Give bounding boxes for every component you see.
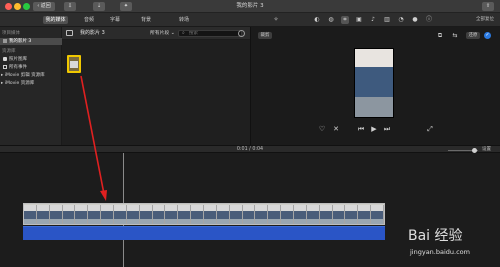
video-preview: [354, 48, 394, 118]
clip-frame: [152, 205, 166, 224]
tab-my-media[interactable]: 我的媒体: [43, 16, 68, 24]
media-browser: [62, 40, 250, 145]
audio-track[interactable]: [23, 226, 385, 240]
clip-frame: [204, 205, 217, 224]
crop-fill-icon[interactable]: ⧉: [436, 32, 444, 40]
clip-frame: [371, 205, 384, 224]
clip-frame: [139, 205, 153, 224]
watermark: Bai 经验 jingyan.baidu.com: [408, 228, 498, 260]
search-icon: ⌕: [182, 30, 185, 36]
watermark-logo: Bai 经验: [408, 228, 463, 244]
clip-frame: [281, 205, 294, 224]
film-icon: [3, 38, 7, 43]
sidebar-item-photos-library[interactable]: 照片图库: [0, 56, 62, 63]
volume-icon[interactable]: ♪: [369, 16, 377, 24]
tab-audio[interactable]: 音频: [82, 16, 96, 24]
reset-all-button[interactable]: 全部复位: [476, 16, 494, 24]
skip-back-icon[interactable]: ⏮: [356, 125, 366, 133]
photos-icon: [3, 56, 7, 61]
crop-fit-button[interactable]: 裁剪: [258, 32, 272, 39]
zoom-slider-knob[interactable]: [472, 147, 477, 153]
disclosure-triangle-icon: ▸: [1, 73, 4, 78]
favorite-icon[interactable]: ♡: [317, 125, 327, 133]
apply-checkmark-icon[interactable]: ✓: [484, 32, 491, 39]
share-icon: ⇪: [485, 3, 491, 9]
chevron-down-icon: ⌄: [170, 31, 175, 36]
timeline-toolbar: 0:01 / 0:04 设置: [0, 145, 500, 153]
clip-frame: [268, 205, 282, 224]
fullscreen-icon[interactable]: ⤢: [425, 125, 435, 133]
viewer: 裁剪 ⧉ ⇆ 还原 ✓ ♡ ✕ ⏮ ▶ ⏭ ⤢: [250, 27, 500, 145]
disclosure-triangle-icon: ▸: [1, 81, 4, 86]
clip-frame: [229, 205, 243, 224]
browser-title: 我的影片 3: [80, 30, 105, 36]
tab-transitions[interactable]: 转场: [177, 16, 191, 24]
settings-gear-icon[interactable]: [238, 30, 245, 37]
noise-reduction-icon[interactable]: ▥: [383, 16, 391, 24]
filter-icon[interactable]: ●: [411, 16, 419, 24]
clip-frame: [216, 205, 230, 224]
title-bar: ‹ 返回 ⇩ ⇣ ✦ 我的影片 3 ⇪: [0, 0, 500, 13]
clip-frame: [332, 205, 346, 224]
video-frame-middle: [355, 67, 393, 97]
sidebar-item-imovie-library[interactable]: ▸ iMovie 资源库: [0, 80, 62, 87]
clip-frame: [114, 205, 127, 224]
crop-icon[interactable]: ⌗: [341, 16, 349, 24]
sidebar-item-my-movie[interactable]: 我的影片 3: [0, 38, 62, 45]
stabilization-icon[interactable]: ▣: [355, 16, 363, 24]
clip-frame: [75, 205, 89, 224]
color-balance-icon[interactable]: ◐: [313, 16, 321, 24]
sidebar-section-project-media: 项目媒体: [2, 31, 20, 36]
skip-forward-icon[interactable]: ⏭: [382, 125, 392, 133]
clip-frame: [358, 205, 372, 224]
speed-icon[interactable]: ◔: [397, 16, 405, 24]
sidebar-item-all-events[interactable]: 所有事件: [0, 64, 62, 71]
watermark-url: jingyan.baidu.com: [410, 248, 470, 256]
clip-frame: [294, 205, 307, 224]
magic-wand-icon[interactable]: ✧: [272, 16, 280, 24]
info-icon[interactable]: ⓘ: [425, 16, 433, 24]
reset-button[interactable]: 还原: [466, 32, 480, 39]
clip-filter-select[interactable]: 所有片段 ⌄: [150, 27, 175, 40]
toolbar: 我的媒体 音频 字幕 背景 转场 ✧ ◐ ◍ ⌗ ▣ ♪ ▥ ◔ ● ⓘ 全部复…: [0, 13, 500, 27]
clip-frame: [242, 205, 256, 224]
clip-frame: [24, 205, 37, 224]
play-icon[interactable]: ▶: [369, 125, 379, 133]
clip-frame: [88, 205, 102, 224]
tab-backgrounds[interactable]: 背景: [139, 16, 153, 24]
share-button[interactable]: ⇪: [482, 2, 494, 11]
clip-frame: [306, 205, 320, 224]
clip-frame: [101, 205, 114, 224]
clip-frame: [345, 205, 359, 224]
clip-frame: [126, 205, 140, 224]
video-frame-bottom: [355, 97, 393, 117]
video-clip[interactable]: [23, 203, 385, 225]
clip-frame: [178, 205, 192, 224]
clip-frame: [49, 205, 63, 224]
clip-frame: [165, 205, 179, 224]
clip-frame: [319, 205, 333, 224]
video-frame-top: [355, 49, 393, 67]
clip-frame: [62, 205, 76, 224]
thumbnail-image: [70, 61, 78, 68]
project-clip-thumbnail[interactable]: [67, 55, 81, 73]
browser-header: 我的影片 3 所有片段 ⌄ ⌕: [62, 27, 250, 40]
clip-frame: [36, 205, 50, 224]
window-title: 我的影片 3: [236, 3, 264, 9]
reject-icon[interactable]: ✕: [331, 125, 341, 133]
tab-titles[interactable]: 字幕: [108, 16, 122, 24]
sidebar-section-libraries: 资源库: [2, 49, 16, 54]
search-input[interactable]: [178, 30, 242, 37]
color-correction-icon[interactable]: ◍: [327, 16, 335, 24]
events-icon: [3, 64, 7, 69]
sidebar-item-imovie-clips-library[interactable]: ▸ iMovie 剪辑 资源库: [0, 72, 62, 79]
clip-frame: [191, 205, 204, 224]
crop-ken-burns-icon[interactable]: ⇆: [451, 32, 459, 40]
library-sidebar: 项目媒体 我的影片 3 资源库 照片图库 所有事件 ▸ iMovie 剪辑 资源…: [0, 27, 62, 145]
clip-frame: [255, 205, 269, 224]
sidebar-toggle-icon[interactable]: [66, 30, 73, 36]
